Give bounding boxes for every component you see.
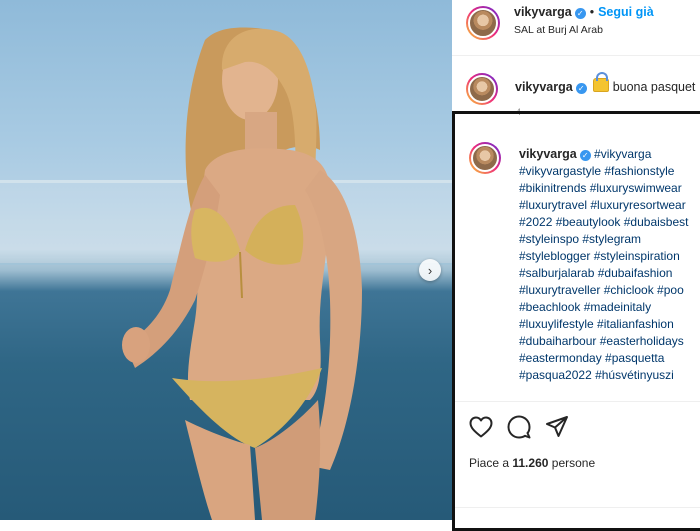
username-link[interactable]: vikyvarga	[515, 80, 573, 94]
comment-item: vikyvarga ✓ buona pasquet 4	[452, 55, 700, 117]
heart-icon[interactable]	[469, 416, 493, 438]
likes-count[interactable]: Piace a 11.260 persone	[469, 456, 595, 470]
verified-badge-icon: ✓	[579, 150, 591, 161]
verified-badge-icon: ✓	[575, 83, 587, 94]
post-photo[interactable]: ›	[0, 0, 452, 520]
chevron-right-icon: ›	[427, 262, 433, 278]
avatar[interactable]	[466, 6, 500, 40]
first-hashtag[interactable]: #vikyvarga	[594, 147, 651, 161]
verified-badge-icon: ✓	[574, 8, 586, 19]
highlight-box: vikyvarga ✓ #vikyvarga #vikyvargastyle #f…	[452, 111, 700, 531]
separator-dot: •	[589, 5, 595, 19]
following-button[interactable]: Segui già	[598, 5, 654, 19]
location-link[interactable]: SAL at Burj Al Arab	[514, 24, 603, 36]
username-link[interactable]: vikyvarga	[519, 147, 577, 161]
divider	[455, 401, 700, 402]
header-line: vikyvarga ✓ • Segui già	[514, 5, 654, 19]
post-sidebar: vikyvarga ✓ • Segui già SAL at Burj Al Arab…	[452, 0, 700, 531]
lock-emoji-icon	[592, 72, 609, 92]
divider	[455, 507, 700, 508]
likes-number: 11.260	[512, 456, 549, 470]
comment-icon[interactable]	[507, 415, 531, 439]
avatar[interactable]	[469, 142, 501, 174]
post-header: vikyvarga ✓ • Segui già SAL at Burj Al Arab	[452, 0, 700, 56]
likes-suffix: persone	[551, 456, 596, 470]
caption-text: vikyvarga ✓ #vikyvarga #vikyvargastyle #f…	[519, 146, 700, 384]
comment-message: buona pasquet	[612, 80, 696, 94]
comment-text: vikyvarga ✓ buona pasquet	[515, 72, 696, 94]
share-icon[interactable]	[545, 415, 569, 439]
username-link[interactable]: vikyvarga	[514, 5, 572, 19]
hashtags[interactable]: #vikyvargastyle #fashionstyle #bikinitre…	[519, 164, 688, 382]
photo-illustration	[0, 27, 452, 520]
avatar[interactable]	[466, 73, 498, 105]
next-photo-button[interactable]: ›	[419, 259, 441, 281]
likes-prefix: Piace a	[469, 456, 510, 470]
action-bar	[469, 414, 569, 440]
